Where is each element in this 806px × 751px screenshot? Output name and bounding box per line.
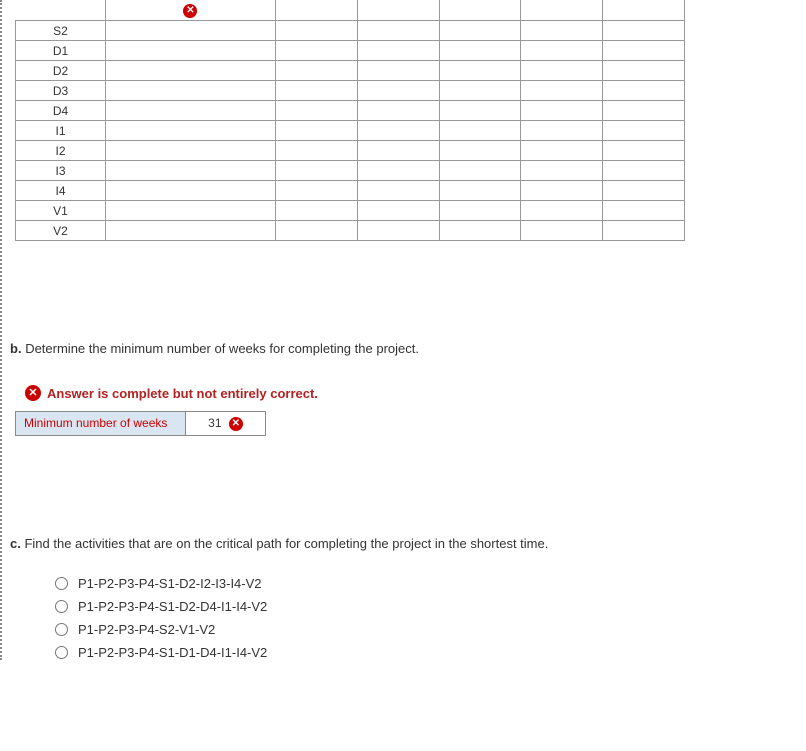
banner-text: Answer is complete but not entirely corr… [47,386,318,401]
answer-table: Minimum number of weeks 31 ✕ [15,411,266,436]
radio-option[interactable]: P1-P2-P3-P4-S1-D2-D4-I1-I4-V2 [55,599,798,614]
row-label: I1 [16,121,106,141]
row-label: I2 [16,141,106,161]
question-c: c. Find the activities that are on the c… [10,536,798,551]
table-row: I4 [16,181,685,201]
row-label: I4 [16,181,106,201]
radio-option[interactable]: P1-P2-P3-P4-S2-V1-V2 [55,622,798,637]
option-label: P1-P2-P3-P4-S1-D2-I2-I3-I4-V2 [78,576,262,591]
table-row: I3 [16,161,685,181]
x-circle-icon: ✕ [183,4,197,18]
table-row: I2 [16,141,685,161]
radio-option[interactable]: P1-P2-P3-P4-S1-D2-I2-I3-I4-V2 [55,576,798,591]
question-letter: c. [10,536,21,551]
option-label: P1-P2-P3-P4-S1-D2-D4-I1-I4-V2 [78,599,267,614]
row-label: D2 [16,61,106,81]
row-label: V2 [16,221,106,241]
question-letter: b. [10,341,22,356]
table-row: D3 [16,81,685,101]
question-text: Find the activities that are on the crit… [24,536,548,551]
activity-table: ✕ S2 D1 D2 D3 D4 I1 I2 I3 I4 V1 V2 [15,0,685,241]
question-text: Determine the minimum number of weeks fo… [25,341,419,356]
answer-value-cell: 31 ✕ [186,412,266,436]
row-label: V1 [16,201,106,221]
radio-input[interactable] [55,646,68,659]
option-label: P1-P2-P3-P4-S2-V1-V2 [78,622,215,637]
row-label: S2 [16,21,106,41]
table-row: D4 [16,101,685,121]
x-circle-icon: ✕ [229,417,243,431]
options-group: P1-P2-P3-P4-S1-D2-I2-I3-I4-V2 P1-P2-P3-P… [55,576,798,660]
option-label: P1-P2-P3-P4-S1-D1-D4-I1-I4-V2 [78,645,267,660]
answer-value: 31 [208,416,221,430]
radio-input[interactable] [55,600,68,613]
row-label: D4 [16,101,106,121]
table-row: V1 [16,201,685,221]
table-row: D2 [16,61,685,81]
radio-option[interactable]: P1-P2-P3-P4-S1-D1-D4-I1-I4-V2 [55,645,798,660]
table-row: S2 [16,21,685,41]
question-b: b. Determine the minimum number of weeks… [10,341,798,356]
row-label: D1 [16,41,106,61]
feedback-banner: ✕ Answer is complete but not entirely co… [15,381,328,405]
radio-input[interactable] [55,577,68,590]
row-label: I3 [16,161,106,181]
table-row: D1 [16,41,685,61]
row-label: D3 [16,81,106,101]
radio-input[interactable] [55,623,68,636]
table-row: V2 [16,221,685,241]
answer-label: Minimum number of weeks [16,412,186,436]
table-row: I1 [16,121,685,141]
x-circle-icon: ✕ [25,385,41,401]
